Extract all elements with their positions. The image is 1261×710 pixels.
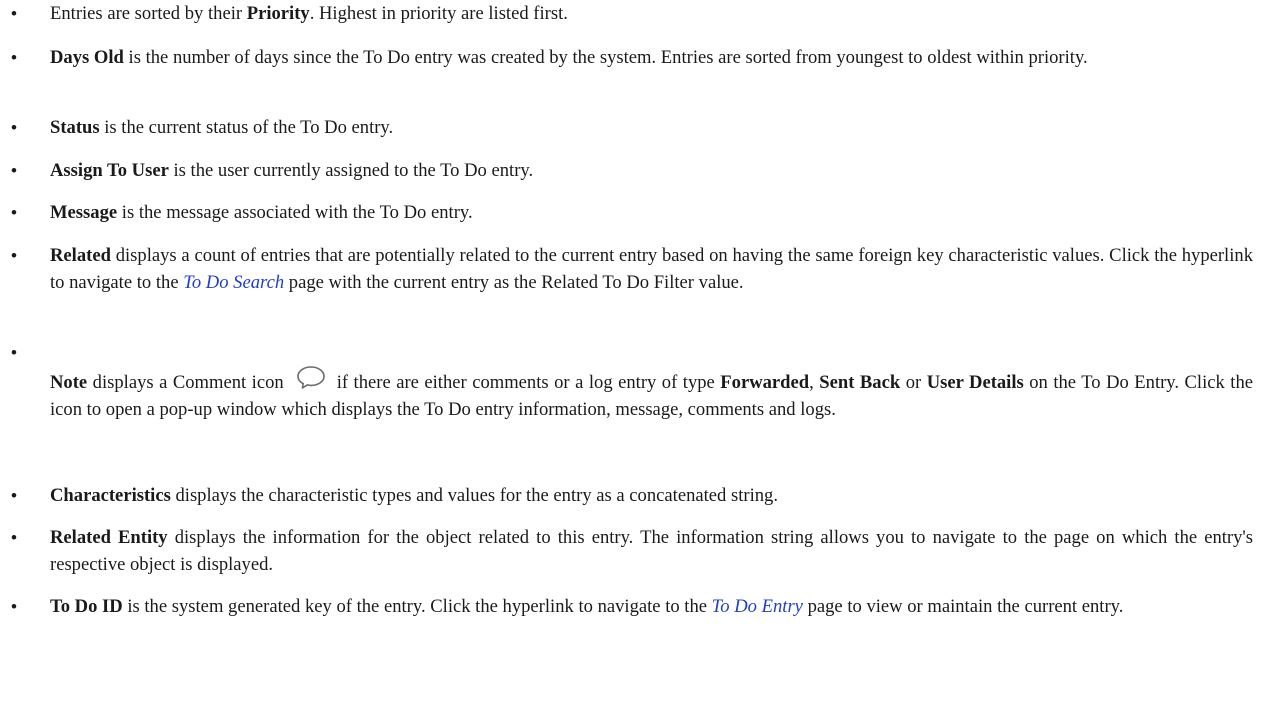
field-term: Related <box>50 245 111 266</box>
bullet-marker: • <box>11 118 17 137</box>
field-term: Priority <box>246 3 310 24</box>
body-text: is the user currently assigned to the To… <box>168 160 534 181</box>
body-text: if there are either comments or a log en… <box>331 372 721 393</box>
body-text: displays the characteristic types and va… <box>170 485 778 506</box>
list-item: • Days Old is the number of days since t… <box>0 44 1253 71</box>
list-item: • Assign To User is the user currently a… <box>0 157 1253 184</box>
field-term: Sent Back <box>819 372 901 393</box>
list-item: • To Do ID is the system generated key o… <box>0 593 1253 620</box>
bullet-marker: • <box>11 597 17 616</box>
to-do-entry-link[interactable]: To Do Entry <box>712 596 803 617</box>
field-term: Days Old <box>50 47 124 68</box>
field-term: To Do ID <box>50 596 123 617</box>
body-text: page with the current entry as the Relat… <box>284 272 744 293</box>
bullet-marker: • <box>11 203 17 222</box>
list-item-text: To Do ID is the system generated key of … <box>50 593 1253 620</box>
list-item-text: Characteristics displays the characteris… <box>50 482 1253 509</box>
list-item: • Status is the current status of the To… <box>0 114 1253 141</box>
field-term: Note <box>50 372 88 393</box>
field-term: Characteristics <box>50 485 171 506</box>
list-item: • Message is the message associated with… <box>0 199 1253 226</box>
list-item: • Related displays a count of entries th… <box>0 242 1253 296</box>
list-item-text: Related Entity displays the information … <box>50 524 1253 578</box>
bullet-marker: • <box>11 246 17 265</box>
to-do-search-link[interactable]: To Do Search <box>183 272 284 293</box>
field-term: User Details <box>926 372 1024 393</box>
body-text: page to view or maintain the current ent… <box>802 596 1124 617</box>
body-text: . Highest in priority are listed first. <box>309 3 568 24</box>
bullet-marker: • <box>11 528 17 547</box>
list-item: • Entries are sorted by their Priority. … <box>0 0 1253 27</box>
document-page: • Entries are sorted by their Priority. … <box>0 0 1261 710</box>
list-item-text: Days Old is the number of days since the… <box>50 44 1253 71</box>
field-term: Forwarded <box>720 372 810 393</box>
list-item-text: Message is the message associated with t… <box>50 199 1253 226</box>
bullet-marker: • <box>11 486 17 505</box>
field-term: Status <box>50 117 100 138</box>
bullet-marker: • <box>11 4 17 23</box>
list-item-text: Assign To User is the user currently ass… <box>50 157 1253 184</box>
field-term: Related Entity <box>50 527 168 548</box>
comment-icon[interactable] <box>295 364 327 390</box>
body-text: , <box>809 372 820 393</box>
body-text: is the number of days since the To Do en… <box>123 47 1088 68</box>
field-term: Message <box>50 202 118 223</box>
field-term: Assign To User <box>50 160 169 181</box>
list-item-text: Note displays a Comment icon if there ar… <box>50 339 1253 423</box>
list-item: • Characteristics displays the character… <box>0 482 1253 509</box>
bullet-marker: • <box>11 48 17 67</box>
bullet-marker: • <box>11 343 17 362</box>
body-text: or <box>900 372 927 393</box>
list-item-text: Entries are sorted by their Priority. Hi… <box>50 0 1253 27</box>
list-item-text: Related displays a count of entries that… <box>50 242 1253 296</box>
body-text: displays a Comment icon <box>87 372 290 393</box>
list-item-text: Status is the current status of the To D… <box>50 114 1253 141</box>
body-text: displays the information for the object … <box>50 527 1253 575</box>
body-text: is the current status of the To Do entry… <box>99 117 394 138</box>
bullet-marker: • <box>11 161 17 180</box>
body-text: Entries are sorted by their <box>50 3 247 24</box>
list-item: • Note displays a Comment icon if there … <box>0 339 1253 423</box>
list-item: • Related Entity displays the informatio… <box>0 524 1253 578</box>
body-text: is the system generated key of the entry… <box>122 596 712 617</box>
body-text: is the message associated with the To Do… <box>117 202 473 223</box>
